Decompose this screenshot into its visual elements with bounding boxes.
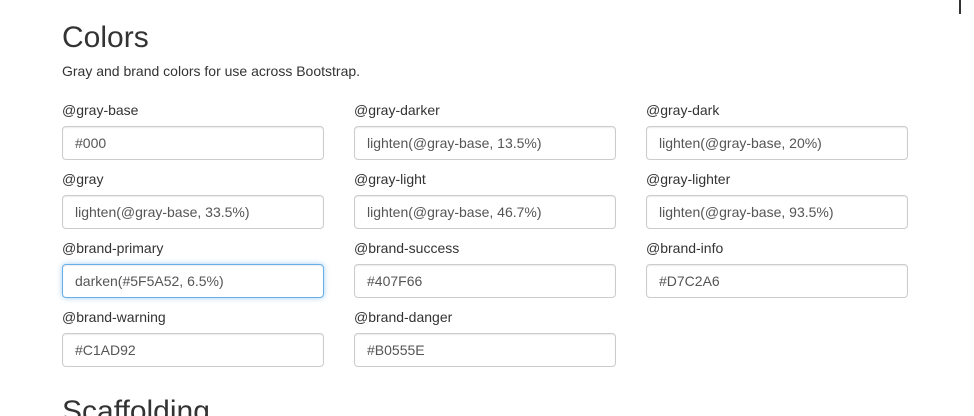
scroll-edge-marker: [959, 0, 961, 14]
field-brand-danger: @brand-danger: [354, 307, 616, 367]
field-label: @gray-light: [354, 171, 426, 187]
gray-lighter-input[interactable]: [646, 195, 908, 229]
field-label: @brand-danger: [354, 309, 453, 325]
field-label: @gray-dark: [646, 102, 720, 118]
field-label: @brand-warning: [62, 309, 166, 325]
next-section-title: Scaffolding: [62, 395, 210, 416]
field-label: @gray-lighter: [646, 171, 731, 187]
field-label: @brand-success: [354, 240, 460, 256]
gray-light-input[interactable]: [354, 195, 616, 229]
section-description: Gray and brand colors for use across Boo…: [62, 63, 361, 79]
field-gray-lighter: @gray-lighter: [646, 169, 908, 229]
gray-dark-input[interactable]: [646, 126, 908, 160]
brand-info-input[interactable]: [646, 264, 908, 298]
field-label: @gray: [62, 171, 104, 187]
field-brand-success: @brand-success: [354, 238, 616, 298]
field-gray-darker: @gray-darker: [354, 100, 616, 160]
gray-base-input[interactable]: [62, 126, 324, 160]
field-brand-info: @brand-info: [646, 238, 908, 298]
field-brand-warning: @brand-warning: [62, 307, 324, 367]
field-label: @gray-base: [62, 102, 139, 118]
gray-input[interactable]: [62, 195, 324, 229]
field-gray-base: @gray-base: [62, 100, 324, 160]
brand-primary-input[interactable]: [62, 264, 324, 298]
field-label: @brand-primary: [62, 240, 164, 256]
brand-warning-input[interactable]: [62, 333, 324, 367]
field-label: @gray-darker: [354, 102, 440, 118]
field-label: @brand-info: [646, 240, 724, 256]
field-gray-dark: @gray-dark: [646, 100, 908, 160]
page-title: Colors: [62, 21, 149, 54]
field-gray: @gray: [62, 169, 324, 229]
field-brand-primary: @brand-primary: [62, 238, 324, 298]
field-gray-light: @gray-light: [354, 169, 616, 229]
brand-success-input[interactable]: [354, 264, 616, 298]
brand-danger-input[interactable]: [354, 333, 616, 367]
gray-darker-input[interactable]: [354, 126, 616, 160]
